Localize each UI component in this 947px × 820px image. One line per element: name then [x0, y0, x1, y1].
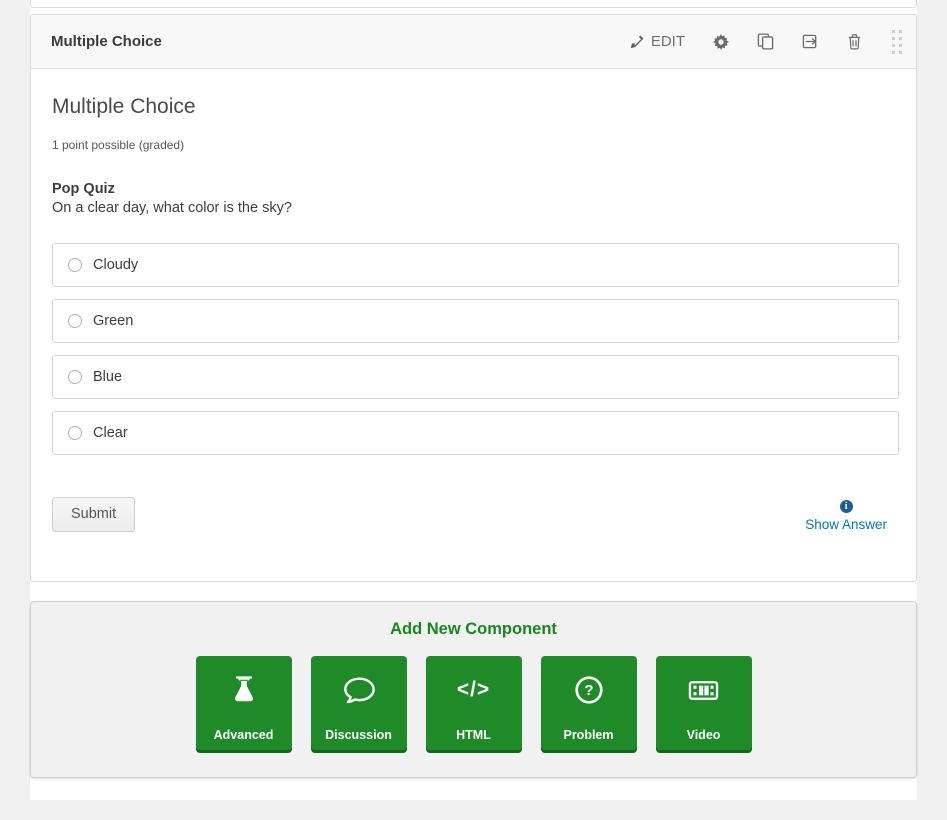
question-circle-icon: ?: [541, 664, 637, 716]
edit-button[interactable]: EDIT: [630, 34, 685, 49]
flask-icon: [196, 664, 292, 716]
add-new-component-title: Add New Component: [31, 620, 916, 639]
gear-icon: [713, 34, 729, 50]
radio-button[interactable]: [68, 258, 82, 272]
choice-row-clear[interactable]: Clear: [52, 411, 899, 455]
component-button-label: Advanced: [196, 728, 292, 742]
choice-label: Green: [93, 313, 133, 329]
choice-row-green[interactable]: Green: [52, 299, 899, 343]
unit-content-column: Multiple Choice EDIT: [30, 0, 917, 800]
trash-icon: [847, 33, 862, 50]
problem-actions-row: Submit i Show Answer: [52, 497, 899, 532]
choice-row-cloudy[interactable]: Cloudy: [52, 243, 899, 287]
speech-bubble-icon: [311, 664, 407, 716]
duplicate-icon: [757, 33, 774, 50]
add-html-button[interactable]: </> HTML: [426, 656, 522, 753]
delete-button[interactable]: [847, 33, 862, 50]
drag-handle-icon[interactable]: [890, 28, 904, 56]
radio-button[interactable]: [68, 314, 82, 328]
show-answer-button[interactable]: i Show Answer: [805, 497, 887, 532]
move-icon: [802, 33, 819, 50]
component-type-buttons: Advanced Discussion </> HTML: [31, 656, 916, 753]
svg-text:?: ?: [584, 682, 593, 699]
radio-button[interactable]: [68, 426, 82, 440]
problem-preview: Multiple Choice 1 point possible (graded…: [31, 69, 916, 532]
info-icon: i: [840, 500, 853, 513]
radio-button[interactable]: [68, 370, 82, 384]
question-text: On a clear day, what color is the sky?: [52, 200, 899, 216]
component-header: Multiple Choice EDIT: [31, 15, 916, 69]
edit-button-label: EDIT: [651, 34, 685, 49]
choice-label: Blue: [93, 369, 122, 385]
component-actions: EDIT: [630, 28, 904, 56]
add-discussion-button[interactable]: Discussion: [311, 656, 407, 753]
settings-button[interactable]: [713, 34, 729, 50]
component-button-label: HTML: [426, 728, 522, 742]
choice-label: Clear: [93, 425, 128, 441]
choice-row-blue[interactable]: Blue: [52, 355, 899, 399]
add-video-button[interactable]: Video: [656, 656, 752, 753]
pencil-icon: [630, 35, 644, 49]
question-label: Pop Quiz: [52, 181, 899, 197]
previous-component-edge: [30, 0, 917, 8]
duplicate-button[interactable]: [757, 33, 774, 50]
add-advanced-button[interactable]: Advanced: [196, 656, 292, 753]
choice-label: Cloudy: [93, 257, 138, 273]
add-problem-button[interactable]: ? Problem: [541, 656, 637, 753]
component-button-label: Video: [656, 728, 752, 742]
studio-unit-page: Multiple Choice EDIT: [0, 0, 947, 820]
multiple-choice-component-card: Multiple Choice EDIT: [30, 14, 917, 582]
film-icon: [656, 664, 752, 716]
move-button[interactable]: [802, 33, 819, 50]
show-answer-label: Show Answer: [805, 517, 887, 532]
submit-button[interactable]: Submit: [52, 497, 135, 532]
component-title: Multiple Choice: [51, 33, 162, 50]
problem-display-name: Multiple Choice: [52, 95, 899, 119]
code-icon: </>: [426, 664, 522, 716]
component-button-label: Problem: [541, 728, 637, 742]
add-new-component-panel: Add New Component Advanced: [30, 601, 917, 778]
points-possible-text: 1 point possible (graded): [52, 138, 899, 152]
component-button-label: Discussion: [311, 728, 407, 742]
